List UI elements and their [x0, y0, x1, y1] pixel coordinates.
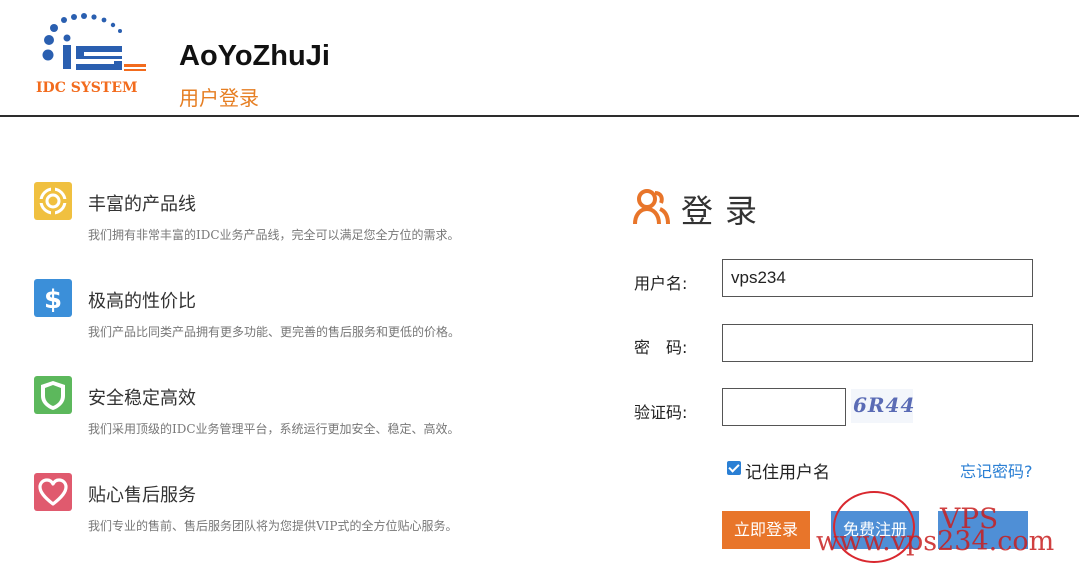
feature-description: 我们专业的售前、售后服务团队将为您提供VIP式的全方位贴心服务。 [88, 519, 458, 533]
feature-item-value: $ 极高的性价比 我们产品比同类产品拥有更多功能、更完善的售后服务和更低的价格。 [34, 279, 554, 349]
idc-system-logo: IDC SYSTEM [34, 12, 154, 102]
heart-icon [34, 473, 72, 511]
login-title-text: 登录 [681, 192, 770, 230]
captcha-label: 验证码: [634, 403, 688, 422]
feature-item-service: 贴心售后服务 我们专业的售前、售后服务团队将为您提供VIP式的全方位贴心服务。 [34, 473, 554, 543]
captcha-image[interactable]: 6R44 [851, 389, 916, 423]
svg-text:$: $ [44, 285, 62, 315]
page-header: IDC SYSTEM AoYoZhuJi 用户登录 [0, 0, 1079, 117]
feature-description: 我们产品比同类产品拥有更多功能、更完善的售后服务和更低的价格。 [88, 325, 461, 339]
brand-name: AoYoZhuJi [179, 40, 330, 72]
password-field[interactable] [722, 324, 1033, 362]
username-field[interactable] [722, 259, 1033, 297]
page-subtitle: 用户登录 [179, 86, 259, 110]
feature-description: 我们采用顶级的IDC业务管理平台，系统运行更加安全、稳定、高效。 [88, 422, 460, 436]
target-icon [34, 182, 72, 220]
captcha-field[interactable] [722, 388, 846, 426]
forgot-password-link[interactable]: 忘记密码? [960, 458, 1033, 482]
register-button[interactable]: 免费注册 [831, 511, 919, 549]
checkbox-checked-icon[interactable] [727, 461, 741, 475]
username-label: 用户名: [634, 274, 688, 293]
third-button[interactable] [938, 511, 1028, 549]
captcha-text: 6R44 [853, 393, 916, 417]
feature-title: 安全稳定高效 [88, 388, 196, 409]
password-label: 密 码: [634, 338, 688, 357]
users-icon [633, 189, 670, 225]
logo-text: IDC SYSTEM [36, 80, 138, 96]
feature-description: 我们拥有非常丰富的IDC业务产品线，完全可以满足您全方位的需求。 [88, 228, 460, 242]
feature-title: 贴心售后服务 [88, 485, 196, 506]
feature-item-products: 丰富的产品线 我们拥有非常丰富的IDC业务产品线，完全可以满足您全方位的需求。 [34, 182, 554, 252]
remember-username-label[interactable]: 记住用户名 [745, 458, 830, 483]
login-button[interactable]: 立即登录 [722, 511, 810, 549]
feature-title: 丰富的产品线 [88, 194, 196, 215]
feature-title: 极高的性价比 [88, 291, 196, 312]
logo-graphic [42, 13, 146, 71]
feature-item-security: 安全稳定高效 我们采用顶级的IDC业务管理平台，系统运行更加安全、稳定、高效。 [34, 376, 554, 446]
dollar-icon: $ [34, 279, 72, 317]
shield-icon [34, 376, 72, 414]
